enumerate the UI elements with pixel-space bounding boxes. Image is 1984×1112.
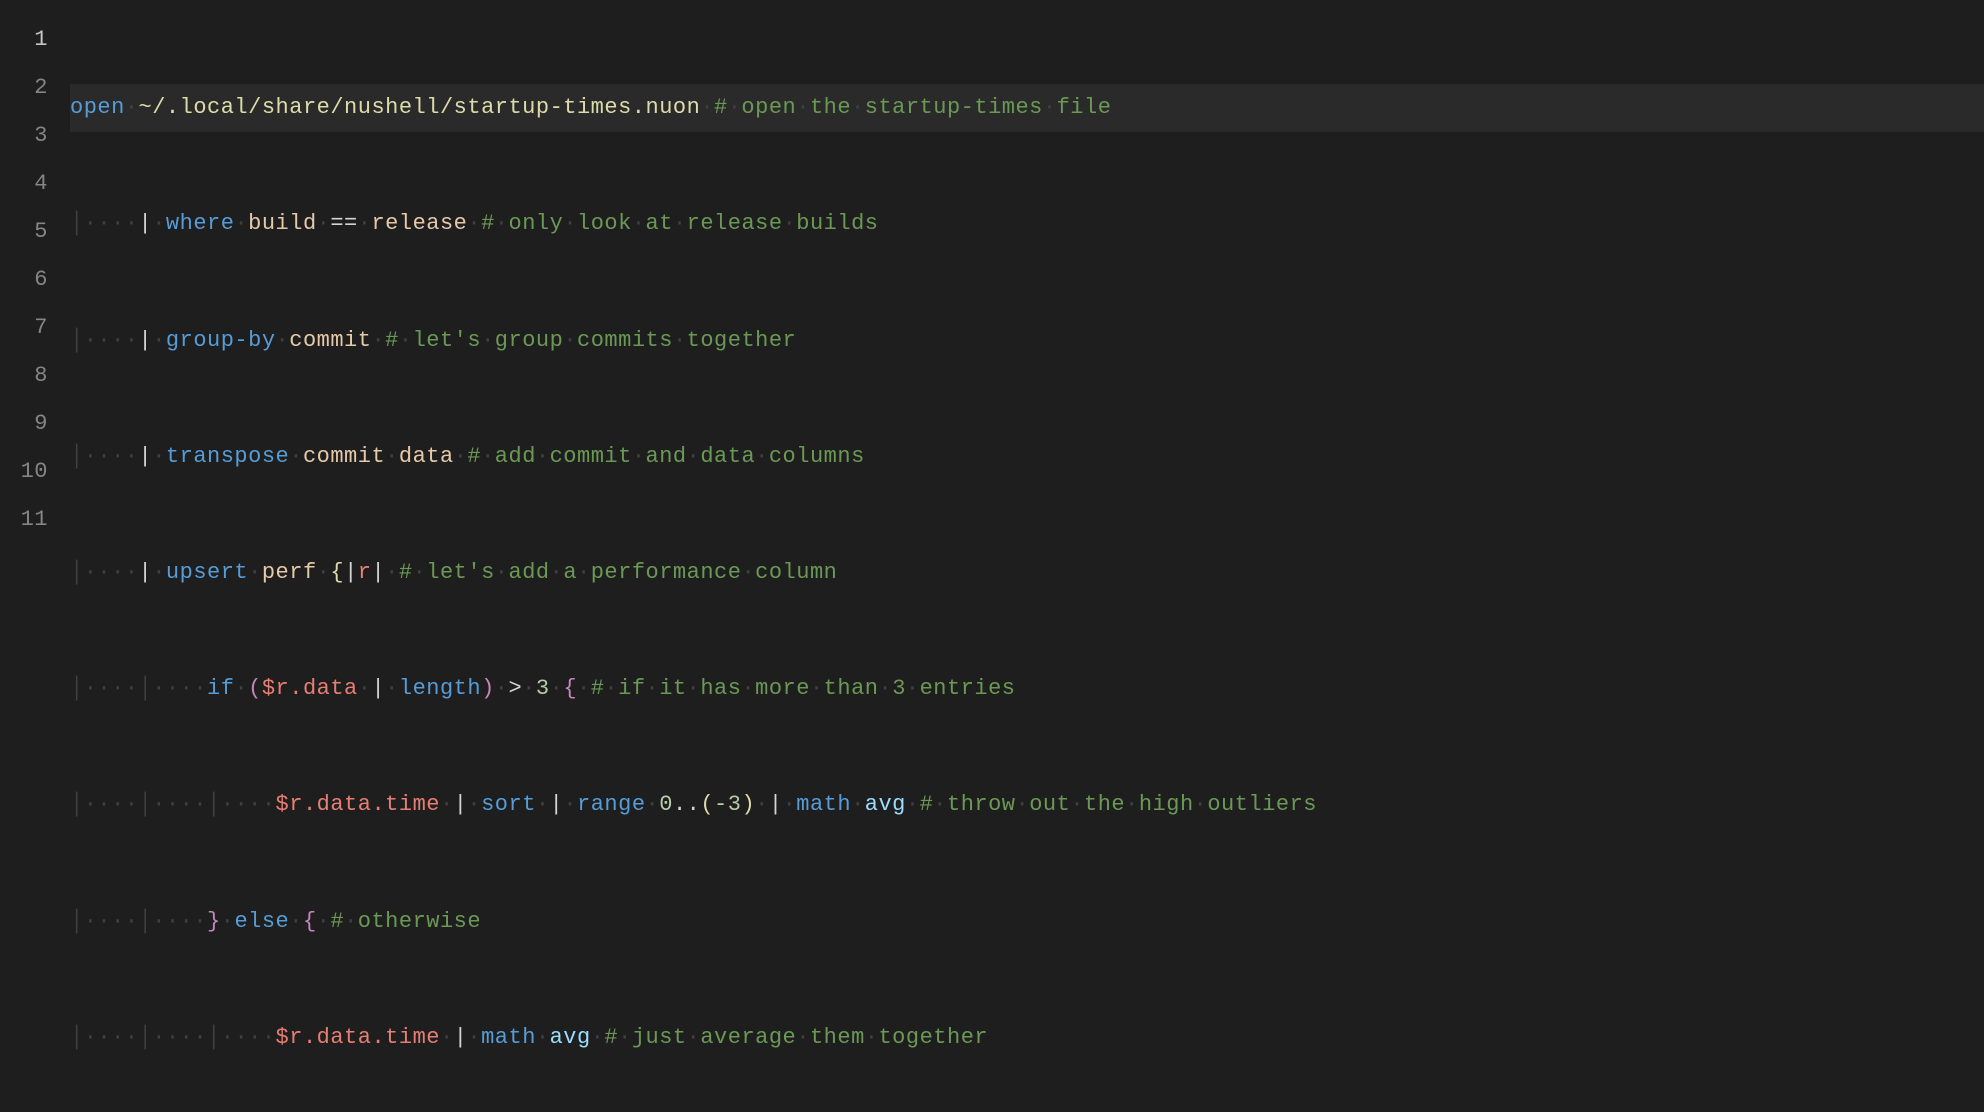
line-number: 10	[0, 448, 48, 496]
code-editor: 1 2 3 4 5 6 7 8 9 10 11 open·~/.local/sh…	[0, 0, 1984, 556]
code-area[interactable]: open·~/.local/share/nushell/startup-time…	[70, 0, 1984, 556]
brace-token: {	[563, 676, 577, 701]
line-number: 2	[0, 64, 48, 112]
command-token: math	[796, 792, 851, 817]
line-number: 1	[0, 16, 48, 64]
code-line: │····│····│····$r.data.time·|·sort·|·ran…	[70, 781, 1984, 829]
code-line: │····│····}·else·{·#·otherwise	[70, 898, 1984, 946]
command-token: range	[577, 792, 646, 817]
code-line: │····|·transpose·commit·data·#·add·commi…	[70, 433, 1984, 481]
comment-token: #·add·commit·and·data·columns	[467, 444, 864, 469]
command-token: math	[481, 1025, 536, 1050]
line-number: 4	[0, 160, 48, 208]
command-token: sort	[481, 792, 536, 817]
brace-token: {	[330, 560, 344, 585]
command-token: length	[399, 676, 481, 701]
operator-token: ==	[330, 211, 357, 236]
code-line: │····│····if·($r.data·|·length)·>·3·{·#·…	[70, 665, 1984, 713]
variable-token: $r.data.time	[276, 1025, 440, 1050]
field-token: build	[248, 211, 317, 236]
variable-token: $r.data.time	[276, 792, 440, 817]
indent-guide: │	[70, 211, 84, 236]
keyword-token: if	[207, 676, 234, 701]
whitespace-dot: ·	[700, 95, 714, 120]
pipe-token: |	[139, 211, 153, 236]
operator-token: >	[509, 676, 523, 701]
line-number-gutter: 1 2 3 4 5 6 7 8 9 10 11	[0, 0, 70, 556]
arg-token: perf	[262, 560, 317, 585]
comment-token: #·let's·group·commits·together	[385, 328, 796, 353]
whitespace-dot: ·	[125, 95, 139, 120]
value-token: release	[371, 211, 467, 236]
arg-token: data	[399, 444, 454, 469]
variable-token: $r.data	[262, 676, 358, 701]
paren-token: (	[248, 676, 262, 701]
line-number: 6	[0, 256, 48, 304]
brace-token: {	[303, 909, 317, 934]
number-token: 3	[536, 676, 550, 701]
code-line: │····│····│····$r.data.time·|·math·avg·#…	[70, 1014, 1984, 1062]
command-token: where	[166, 211, 235, 236]
keyword-token: else	[234, 909, 289, 934]
comment-token: #·otherwise	[330, 909, 481, 934]
comment-token: #·throw·out·the·high·outliers	[920, 792, 1317, 817]
line-number: 5	[0, 208, 48, 256]
comment-token: #·just·average·them·together	[604, 1025, 988, 1050]
subcommand-token: avg	[550, 1025, 591, 1050]
number-token: 0	[659, 792, 673, 817]
arg-token: commit	[303, 444, 385, 469]
path-token: ~/.local/share/nushell/startup-times.nuo…	[139, 95, 701, 120]
paren-token: (	[700, 792, 714, 817]
code-line: │····|·upsert·perf·{|r|·#·let's·add·a·pe…	[70, 549, 1984, 597]
line-number: 11	[0, 496, 48, 544]
code-line: │····|·where·build·==·release·#·only·loo…	[70, 200, 1984, 248]
number-token: -3	[714, 792, 741, 817]
subcommand-token: avg	[865, 792, 906, 817]
line-number: 7	[0, 304, 48, 352]
comment-token: #·let's·add·a·performance·column	[399, 560, 838, 585]
comment-token: #·open·the·startup-times·file	[714, 95, 1111, 120]
brace-token: }	[207, 909, 221, 934]
comment-token: #·if·it·has·more·than·3·entries	[591, 676, 1016, 701]
command-token: open	[70, 95, 125, 120]
code-line: │····|·group-by·commit·#·let's·group·com…	[70, 317, 1984, 365]
comment-token: #·only·look·at·release·builds	[481, 211, 878, 236]
command-token: upsert	[166, 560, 248, 585]
line-number: 3	[0, 112, 48, 160]
variable-token: r	[358, 560, 372, 585]
command-token: transpose	[166, 444, 289, 469]
line-number: 8	[0, 352, 48, 400]
line-number: 9	[0, 400, 48, 448]
command-token: group-by	[166, 328, 276, 353]
arg-token: commit	[289, 328, 371, 353]
code-line: open·~/.local/share/nushell/startup-time…	[70, 84, 1984, 132]
